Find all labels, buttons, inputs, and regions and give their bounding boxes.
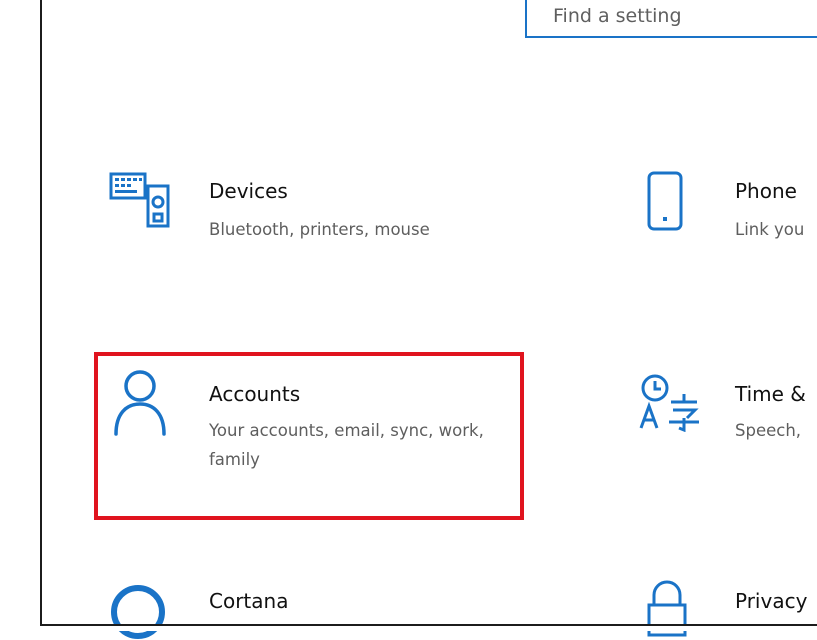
tile-title: Privacy (735, 589, 808, 613)
tile-cortana[interactable]: Cortana (100, 565, 520, 639)
person-icon (114, 370, 166, 436)
time-language-icon (639, 374, 699, 432)
tile-devices[interactable]: Devices Bluetooth, printers, mouse (100, 165, 520, 275)
tile-description: Your accounts, email, sync, work, family (209, 421, 484, 469)
tile-description: Bluetooth, printers, mouse (209, 220, 430, 239)
tile-title: Devices (209, 179, 288, 203)
tile-title: Cortana (209, 589, 289, 613)
tile-title: Time & (735, 382, 806, 406)
search-input[interactable] (527, 0, 813, 34)
tile-privacy[interactable]: Privacy (630, 565, 817, 637)
phone-icon (647, 171, 683, 231)
tile-phone[interactable]: Phone Link you (630, 165, 817, 275)
window-left-edge (0, 0, 42, 629)
tile-title: Phone (735, 179, 797, 203)
tile-title: Accounts (209, 382, 301, 406)
cortana-icon (111, 585, 165, 639)
bottom-edge (40, 624, 817, 631)
search-box[interactable] (525, 0, 817, 38)
tile-description: Speech, (735, 421, 802, 440)
tile-time-language[interactable]: Time & Speech, (630, 360, 817, 470)
tile-accounts[interactable]: Accounts Your accounts, email, sync, wor… (100, 360, 520, 510)
tile-description: Link you (735, 220, 805, 239)
devices-icon (109, 172, 170, 228)
